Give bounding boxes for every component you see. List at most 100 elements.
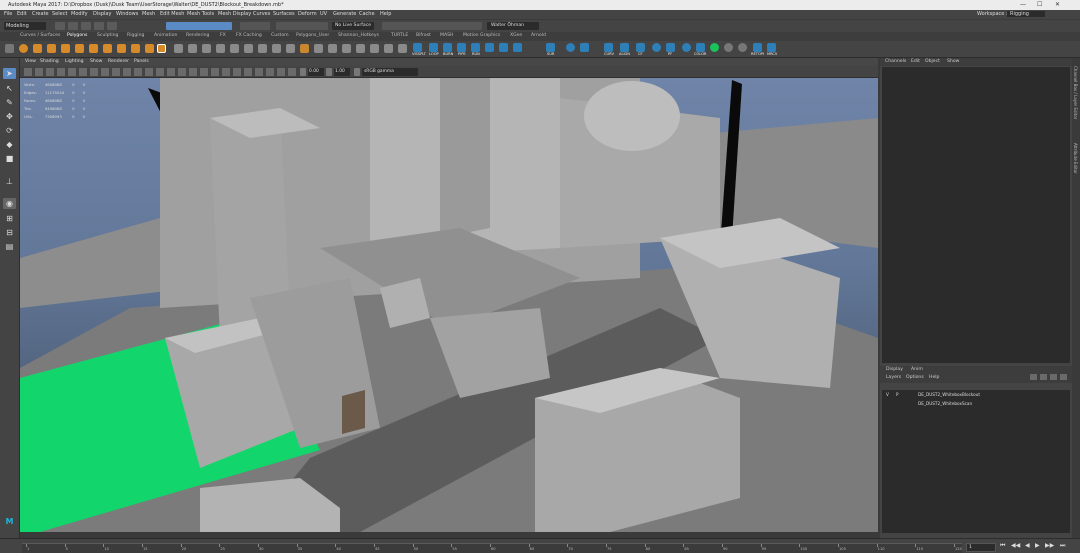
- new-scene-icon[interactable]: [55, 22, 65, 30]
- layer-row[interactable]: DE_DUST2_WhiteboxScan: [882, 401, 1070, 409]
- menu-display[interactable]: Display: [93, 11, 111, 17]
- close-button[interactable]: ✕: [1055, 1, 1060, 8]
- shelf-tab-fx-caching[interactable]: FX Caching: [236, 33, 262, 38]
- menu-uv[interactable]: UV: [320, 11, 327, 17]
- automatic-uv-icon[interactable]: [356, 44, 365, 53]
- side-tab-channel-box[interactable]: Channel Box / Layer Editor: [1073, 66, 1078, 119]
- poly-disc-icon[interactable]: [103, 44, 112, 53]
- poly-sphere-icon[interactable]: [19, 44, 28, 53]
- menu-generate[interactable]: Generate: [333, 11, 356, 17]
- menu-help[interactable]: Help: [380, 11, 391, 17]
- green-sphere-icon[interactable]: [710, 43, 719, 52]
- perspective-viewport[interactable]: Verts: 4608088 0 0 Edges: 11175044 0 0 Faces: 4…: [20, 78, 878, 532]
- move-tool-icon[interactable]: ✥: [3, 111, 16, 122]
- vp-menu-panels[interactable]: Panels: [134, 59, 149, 64]
- poly-cone-icon[interactable]: [61, 44, 70, 53]
- snap-icons[interactable]: [276, 22, 328, 30]
- sphere-tool-icon[interactable]: [566, 43, 575, 52]
- settings-icon[interactable]: [5, 44, 14, 53]
- layer-menu-layers[interactable]: Layers: [886, 375, 901, 380]
- exposure-icon[interactable]: [300, 68, 306, 76]
- step-back-icon[interactable]: ◀◀: [1011, 542, 1020, 549]
- maximize-button[interactable]: ☐: [1037, 1, 1042, 8]
- cb-menu-object[interactable]: Object: [925, 59, 940, 64]
- minimize-button[interactable]: —: [1020, 1, 1026, 8]
- time-slider-track[interactable]: 1 5 10 15 20 25 30 35 40 45 50 55 60 65 70 75 80 85 90 95 10…: [22, 543, 962, 553]
- live-surface-field[interactable]: No Live Surface: [332, 22, 374, 30]
- new-layer-selected-icon[interactable]: [1060, 374, 1067, 380]
- select-tool-icon[interactable]: ➤: [3, 68, 16, 79]
- poly-pyramid-icon[interactable]: [131, 44, 140, 53]
- menu-curves[interactable]: Curves: [253, 11, 270, 17]
- panel-toolbar-icons[interactable]: [24, 68, 296, 76]
- gamma-icon[interactable]: [326, 68, 332, 76]
- tool-icon-4[interactable]: [580, 43, 589, 52]
- pf-icon[interactable]: [666, 43, 675, 52]
- bridge-icon[interactable]: [258, 44, 267, 53]
- color-icon[interactable]: [696, 43, 705, 52]
- layer-row[interactable]: V P DE_DUST2_WhiteboxBlockout: [882, 392, 1070, 400]
- cb-menu-channels[interactable]: Channels: [885, 59, 906, 64]
- cb-menu-show[interactable]: Show: [947, 59, 959, 64]
- sur-icon[interactable]: [546, 43, 555, 52]
- retopo-icon[interactable]: [753, 43, 762, 52]
- menu-windows[interactable]: Windows: [116, 11, 138, 17]
- save-scene-icon[interactable]: [81, 22, 91, 30]
- layer-tab-anim[interactable]: Anim: [911, 367, 923, 372]
- poly-cube-icon[interactable]: [33, 44, 42, 53]
- channel-box-area[interactable]: [882, 67, 1070, 363]
- side-tab-attribute-editor[interactable]: Attribute Editor: [1073, 143, 1078, 174]
- vp-menu-show[interactable]: Show: [90, 59, 102, 64]
- menu-select[interactable]: Select: [52, 11, 67, 17]
- shelf-tab-polygons-user[interactable]: Polygons_User: [296, 33, 329, 38]
- uv-editor-icon[interactable]: [328, 44, 337, 53]
- planar-uv-icon[interactable]: [342, 44, 351, 53]
- normals-icon[interactable]: [398, 44, 407, 53]
- paint-select-icon[interactable]: ✎: [3, 97, 16, 108]
- cb-menu-edit[interactable]: Edit: [911, 59, 920, 64]
- layout-uv-icon[interactable]: [384, 44, 393, 53]
- combine-icon[interactable]: [174, 44, 183, 53]
- undo-icon[interactable]: [94, 22, 104, 30]
- selection-mask-icons[interactable]: [166, 22, 232, 30]
- play-forwards-icon[interactable]: ▶: [1035, 542, 1040, 549]
- separate-icon[interactable]: [188, 44, 197, 53]
- shelf-tab-xgen[interactable]: XGen: [510, 33, 522, 38]
- fill-hole-icon[interactable]: [286, 44, 295, 53]
- menu-mesh-tools[interactable]: Mesh Tools: [187, 11, 214, 17]
- gray-sphere-icon-1[interactable]: [724, 43, 733, 52]
- workspace-dropdown[interactable]: Rigging: [1007, 11, 1045, 17]
- target-weld-icon[interactable]: [314, 44, 323, 53]
- shelf-tab-motion-graphics[interactable]: Motion Graphics: [463, 33, 500, 38]
- teal-tool-icon-2[interactable]: [499, 43, 508, 52]
- current-frame-field[interactable]: 1: [966, 543, 996, 552]
- vp-menu-lighting[interactable]: Lighting: [65, 59, 84, 64]
- vp-menu-view[interactable]: View: [25, 59, 36, 64]
- lasso-tool-icon[interactable]: ↖: [3, 83, 16, 94]
- exposure-field[interactable]: 0.00: [308, 68, 324, 76]
- snap-together-icon[interactable]: ⊥: [3, 176, 16, 187]
- open-scene-icon[interactable]: [68, 22, 78, 30]
- mrcv-icon[interactable]: [767, 43, 776, 52]
- color-management-icon[interactable]: [354, 68, 360, 76]
- vp-menu-renderer[interactable]: Renderer: [108, 59, 129, 64]
- two-view-icon[interactable]: ⊟: [3, 227, 16, 238]
- layer-menu-options[interactable]: Options: [906, 375, 924, 380]
- shelf-tab-fx[interactable]: FX: [220, 33, 226, 38]
- play-backwards-icon[interactable]: ◀: [1025, 542, 1030, 549]
- poly-torus-icon[interactable]: [75, 44, 84, 53]
- outliner-layout-icon[interactable]: ▤: [3, 241, 16, 252]
- poly-cylinder-icon[interactable]: [47, 44, 56, 53]
- cf-icon[interactable]: [636, 43, 645, 52]
- shelf-tab-rigging[interactable]: Rigging: [127, 33, 144, 38]
- teal-tool-icon-1[interactable]: [485, 43, 494, 52]
- shelf-tab-mash[interactable]: MASH: [440, 33, 453, 38]
- mode-dropdown[interactable]: Modeling: [4, 22, 46, 30]
- menu-create[interactable]: Create: [32, 11, 49, 17]
- shelf-tab-animation[interactable]: Animation: [154, 33, 177, 38]
- platonic-solid-icon[interactable]: [117, 44, 126, 53]
- align-icon[interactable]: [620, 43, 629, 52]
- scale-tool-icon[interactable]: ◆: [3, 139, 16, 150]
- menu-mesh-display[interactable]: Mesh Display: [218, 11, 251, 17]
- curv-icon[interactable]: [604, 43, 613, 52]
